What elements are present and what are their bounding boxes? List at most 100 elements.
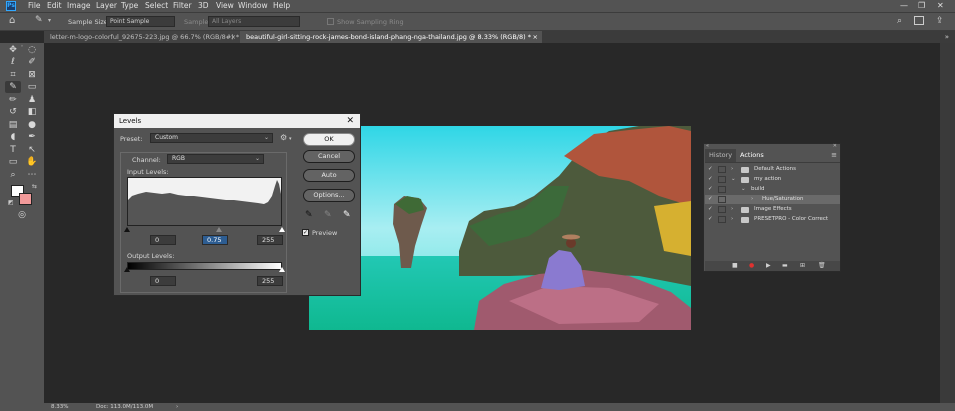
check-icon[interactable]: ✓ (708, 205, 713, 214)
move-tool-icon[interactable]: ✥ (5, 44, 21, 56)
status-menu-chevron-icon[interactable]: › (176, 403, 178, 411)
document-canvas-image[interactable] (309, 126, 691, 330)
options-button[interactable]: Options... (303, 189, 355, 202)
action-row[interactable]: ✓ ⌄ my action (705, 175, 840, 184)
blur-tool-icon[interactable]: ● (24, 119, 40, 131)
dialog-toggle-icon[interactable] (718, 166, 726, 173)
menu-layer[interactable]: Layer (96, 1, 117, 10)
cancel-button[interactable]: Cancel (303, 150, 355, 163)
close-panel-icon[interactable]: ✕ (833, 143, 837, 149)
crop-tool-icon[interactable]: ⌗ (5, 69, 21, 81)
clone-stamp-icon[interactable]: ♟ (24, 94, 40, 106)
action-row[interactable]: ✓ › PRESETPRO - Color Correct (705, 215, 840, 224)
gray-eyedropper-icon[interactable]: ✎ (324, 210, 332, 220)
tab-letter-m-logo[interactable]: letter-m-logo-colorful_92675-223.jpg @ 6… (44, 31, 240, 43)
rectangle-tool-icon[interactable]: ▭ (5, 156, 21, 168)
marquee-tool-icon[interactable]: ◌ (24, 44, 40, 56)
menu-view[interactable]: View (216, 1, 234, 10)
output-levels-slider[interactable] (124, 266, 286, 273)
eraser-tool-icon[interactable]: ◧ (24, 106, 40, 118)
action-row-selected[interactable]: ✓ › Hue/Saturation (705, 195, 840, 204)
dialog-toggle-icon[interactable] (718, 176, 726, 183)
dialog-toggle-icon[interactable] (718, 186, 726, 193)
lasso-tool-icon[interactable]: ℓ (5, 56, 21, 68)
input-gamma-field[interactable]: 0.75 (202, 235, 228, 245)
white-eyedropper-icon[interactable]: ✎ (343, 210, 351, 220)
dialog-toggle-icon[interactable] (718, 216, 726, 223)
sample-layers-select[interactable]: All Layers (208, 16, 300, 27)
play-icon[interactable]: ▶ (766, 261, 771, 271)
brush-tool-icon[interactable]: ✏ (5, 94, 21, 106)
input-white-field[interactable]: 255 (257, 235, 283, 245)
action-row[interactable]: ✓ › Default Actions (705, 165, 840, 174)
tab-james-bond-island[interactable]: beautiful-girl-sitting-rock-james-bond-i… (240, 31, 542, 43)
menu-image[interactable]: Image (67, 1, 91, 10)
close-dialog-icon[interactable]: ✕ (346, 114, 354, 128)
close-tab-icon[interactable]: × (533, 31, 538, 43)
chevron-right-icon[interactable]: › (731, 215, 733, 224)
swap-colors-icon[interactable]: ⇆ (32, 183, 37, 190)
gradient-tool-icon[interactable]: ▤ (5, 119, 21, 131)
path-select-icon[interactable]: ↖ (24, 144, 40, 156)
menu-3d[interactable]: 3D (198, 1, 209, 10)
channel-select[interactable]: RGB ⌄ (167, 154, 264, 164)
more-tools-icon[interactable]: ⋯ (24, 169, 40, 181)
default-colors-icon[interactable]: ◩ (8, 199, 14, 206)
action-row[interactable]: ✓ › Image Effects (705, 205, 840, 214)
close-window-button[interactable]: ✕ (937, 1, 944, 10)
eyedropper-tool-icon[interactable]: ✎ (35, 15, 43, 25)
zoom-tool-icon[interactable]: ⌕ (5, 169, 21, 181)
menu-file[interactable]: File (28, 1, 41, 10)
frame-tool-icon[interactable]: ⊠ (24, 69, 40, 81)
record-icon[interactable]: ● (749, 261, 754, 271)
show-sampling-ring-checkbox[interactable] (327, 18, 334, 25)
menu-filter[interactable]: Filter (173, 1, 192, 10)
tab-actions[interactable]: Actions (736, 149, 768, 162)
check-icon[interactable]: ✓ (708, 175, 713, 184)
panel-menu-icon[interactable]: ≡ (831, 151, 837, 159)
input-levels-slider[interactable] (124, 226, 286, 233)
chevron-down-icon[interactable]: ⌄ (731, 175, 736, 184)
chevron-right-icon[interactable]: › (751, 195, 753, 204)
menu-window[interactable]: Window (238, 1, 268, 10)
new-action-icon[interactable]: ⊞ (800, 261, 805, 271)
type-tool-icon[interactable]: T (5, 144, 21, 156)
ok-button[interactable]: OK (303, 133, 355, 146)
history-brush-icon[interactable]: ↺ (5, 106, 21, 118)
menu-edit[interactable]: Edit (47, 1, 62, 10)
search-icon[interactable]: ⌕ (897, 16, 902, 26)
preset-options-gear-icon[interactable]: ⚙ (280, 133, 287, 142)
output-black-field[interactable]: 0 (150, 276, 176, 286)
quick-select-tool-icon[interactable]: ✐ (24, 56, 40, 68)
restore-button[interactable]: ❐ (918, 1, 925, 10)
chevron-down-icon[interactable]: ⌄ (741, 185, 746, 194)
quick-mask-icon[interactable]: ◎ (14, 209, 30, 221)
dodge-tool-icon[interactable]: ◖ (5, 131, 21, 143)
action-row[interactable]: ✓ ⌄ build (705, 185, 840, 194)
menu-help[interactable]: Help (273, 1, 290, 10)
dialog-toggle-icon[interactable] (718, 196, 726, 203)
check-icon[interactable]: ✓ (708, 195, 713, 204)
stop-icon[interactable]: ■ (732, 261, 738, 271)
check-icon[interactable]: ✓ (708, 185, 713, 194)
home-icon[interactable]: ⌂ (9, 15, 15, 26)
tab-history[interactable]: History (705, 149, 737, 162)
hand-tool-icon[interactable]: ✋ (24, 156, 40, 168)
black-eyedropper-icon[interactable]: ✎ (305, 210, 313, 220)
preview-checkbox[interactable]: ✓ (302, 229, 309, 236)
chevron-right-icon[interactable]: › (731, 205, 733, 214)
auto-button[interactable]: Auto (303, 169, 355, 182)
menu-select[interactable]: Select (145, 1, 168, 10)
eyedropper-icon[interactable]: ✎ (5, 81, 21, 93)
check-icon[interactable]: ✓ (708, 165, 713, 174)
new-set-folder-icon[interactable]: ▬ (782, 261, 788, 271)
output-white-field[interactable]: 255 (257, 276, 283, 286)
gear-chevron-icon[interactable]: ▾ (289, 136, 292, 142)
minimize-button[interactable]: — (900, 1, 908, 10)
workspace-icon[interactable] (914, 16, 924, 25)
chevron-right-icon[interactable]: › (731, 165, 733, 174)
sample-size-select[interactable]: Point Sample (106, 16, 175, 27)
check-icon[interactable]: ✓ (708, 215, 713, 224)
zoom-level[interactable]: 8.33% (51, 403, 68, 411)
pen-tool-icon[interactable]: ✒ (24, 131, 40, 143)
